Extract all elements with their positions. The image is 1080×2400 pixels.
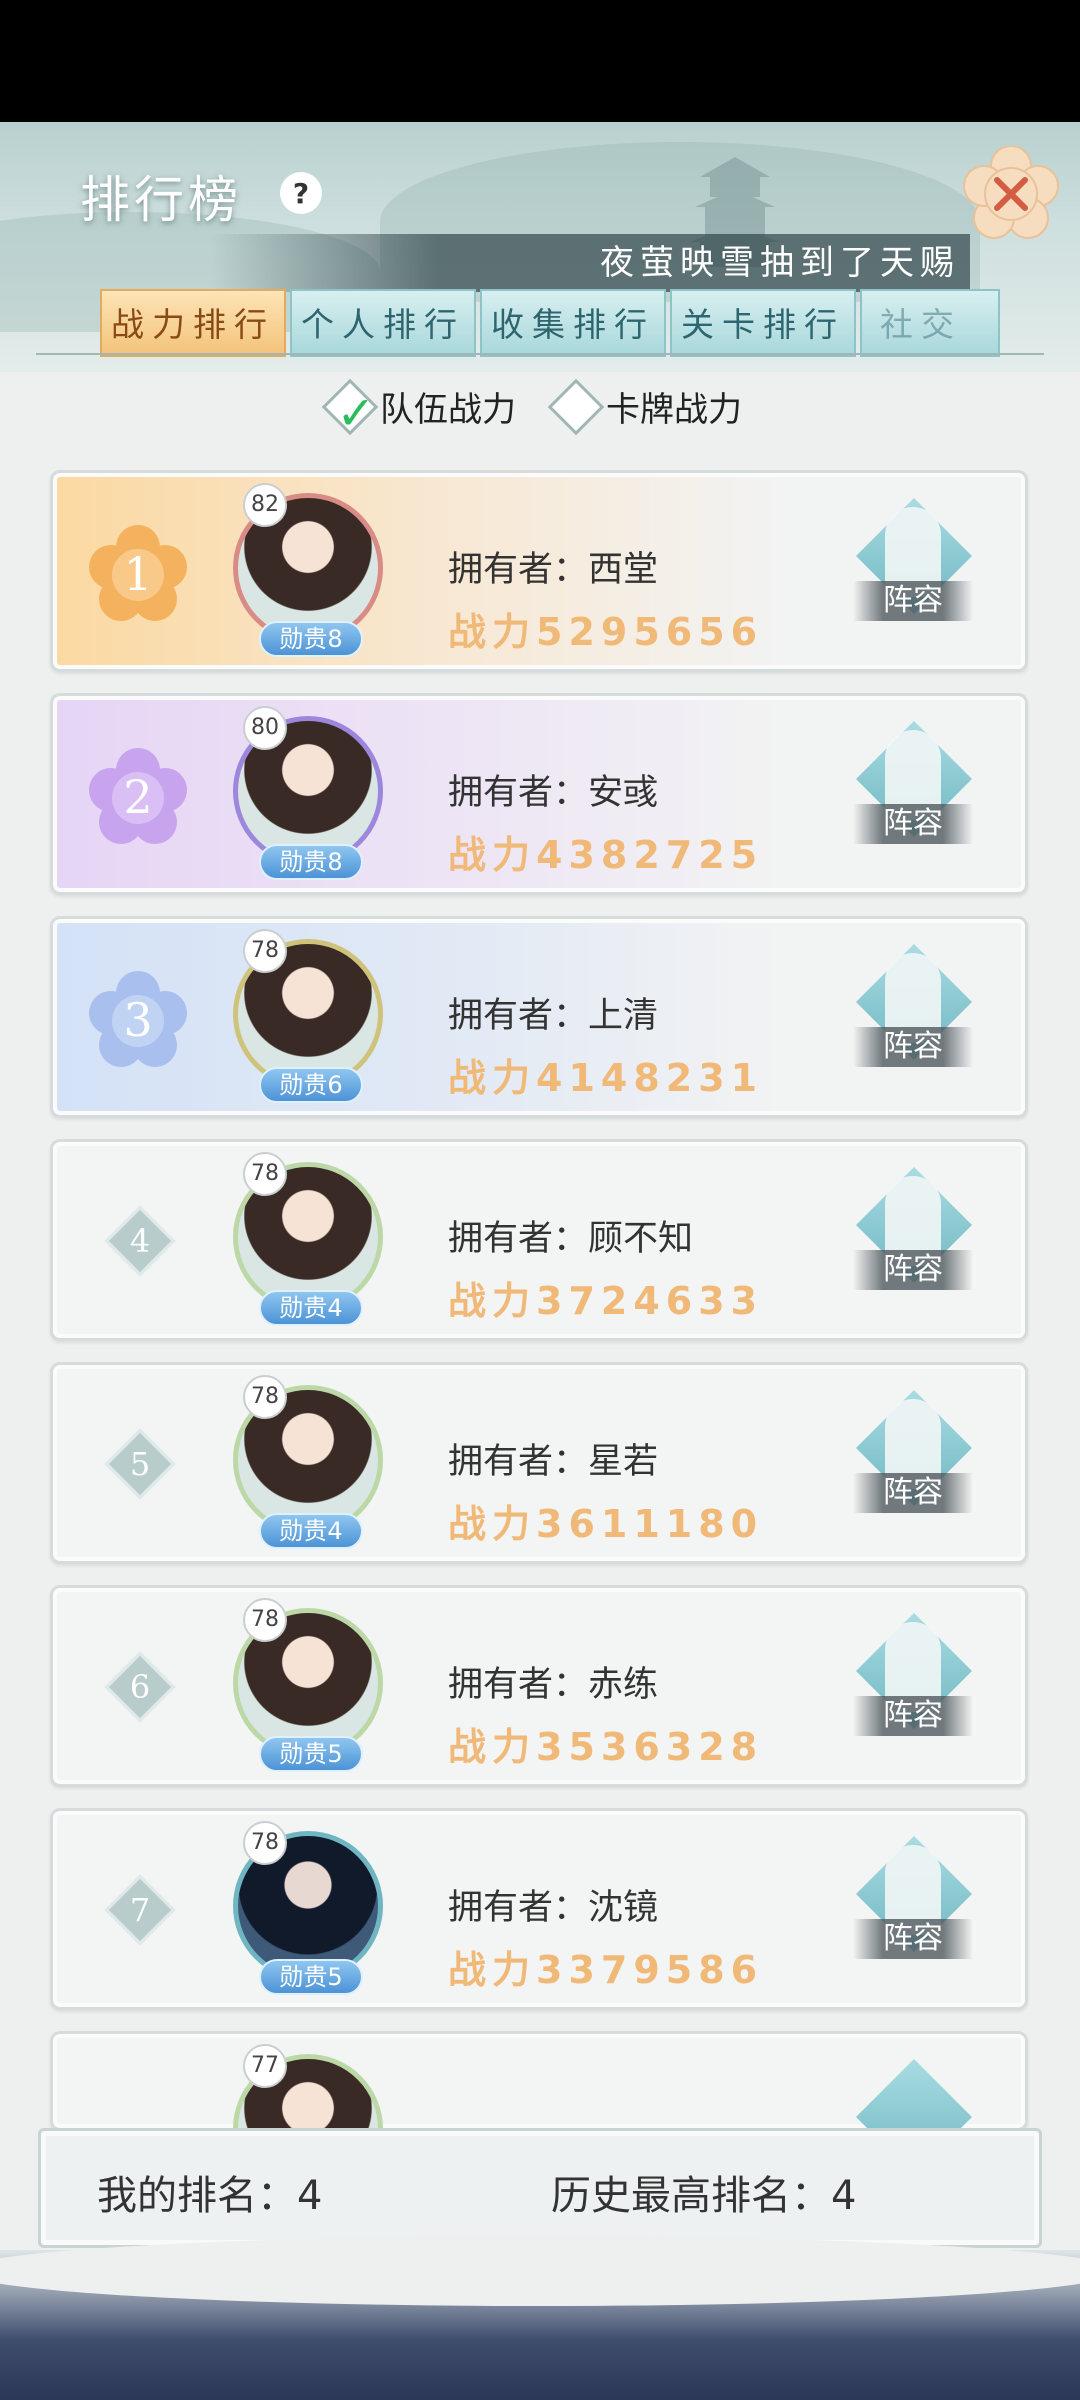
lineup-label: 阵容 xyxy=(853,1027,973,1067)
rank-number: 3 xyxy=(123,993,153,1047)
filter-label: 卡牌战力 xyxy=(606,390,742,430)
noble-badge: 勋贵5 xyxy=(259,1736,363,1772)
lineup-label: 阵容 xyxy=(853,1696,973,1736)
level-badge: 82 xyxy=(243,483,287,527)
power-value: 战力4148231 xyxy=(448,1056,764,1100)
level-badge: 80 xyxy=(243,706,287,750)
lineup-button[interactable]: 阵容 xyxy=(853,944,973,1083)
page-title: 排行榜 xyxy=(80,171,242,229)
owner-name: 拥有者：赤练 xyxy=(448,1665,659,1705)
leaderboard-header: 排行榜 ? 夜萤映雪抽到了天赐 战力排行 个人排行 收集排行 关卡排行 社交 xyxy=(0,122,1080,372)
lineup-button[interactable]: 阵容 xyxy=(853,1836,973,1975)
power-value: 战力5295656 xyxy=(448,610,764,654)
ranking-row[interactable]: 2 80 勋贵8 拥有者：安彧 战力4382725 阵容 xyxy=(50,693,1028,895)
level-badge: 78 xyxy=(243,1821,287,1865)
player-avatar[interactable]: 78 勋贵5 xyxy=(233,1598,393,1782)
ranking-row[interactable]: 5 78 勋贵4 拥有者：星若 战力3611180 阵容 xyxy=(50,1362,1028,1564)
rank-flower-badge: 1 xyxy=(83,519,193,629)
power-value: 战力3379586 xyxy=(448,1948,764,1992)
rank-flower-badge: 2 xyxy=(83,742,193,852)
level-badge: 78 xyxy=(243,1598,287,1642)
lineup-label: 阵容 xyxy=(853,1473,973,1513)
noble-badge: 勋贵8 xyxy=(259,621,363,657)
rank-number: 4 xyxy=(129,1222,151,1260)
rank-number: 1 xyxy=(123,547,153,601)
rank-number: 7 xyxy=(129,1891,151,1929)
help-icon[interactable]: ? xyxy=(280,172,322,214)
status-bar xyxy=(0,0,1080,122)
lineup-label: 阵容 xyxy=(853,1250,973,1290)
best-rank: 历史最高排名：4 xyxy=(551,2173,857,2219)
lineup-label: 阵容 xyxy=(853,581,973,621)
level-badge: 78 xyxy=(243,1375,287,1419)
player-avatar[interactable]: 78 勋贵4 xyxy=(233,1152,393,1336)
filter-label: 队伍战力 xyxy=(380,390,516,430)
ranking-row[interactable]: 6 78 勋贵5 拥有者：赤练 战力3536328 阵容 xyxy=(50,1585,1028,1787)
noble-badge: 勋贵4 xyxy=(259,1290,363,1326)
owner-name: 拥有者：顾不知 xyxy=(448,1219,694,1259)
checkbox[interactable]: ✓ xyxy=(321,378,379,439)
rank-number: 6 xyxy=(129,1668,151,1706)
lineup-label: 阵容 xyxy=(853,804,973,844)
owner-name: 拥有者：沈镜 xyxy=(448,1888,659,1928)
filter-team-power[interactable]: ✓ 队伍战力 xyxy=(321,378,516,439)
lineup-label: 阵容 xyxy=(853,1919,973,1959)
noble-badge: 勋贵5 xyxy=(259,1959,363,1995)
close-button[interactable] xyxy=(963,146,1059,242)
tab-personal-ranking[interactable]: 个人排行 xyxy=(290,289,476,357)
ranking-row[interactable]: 1 82 勋贵8 拥有者：西堂 战力5295656 阵容 xyxy=(50,470,1028,672)
rank-tabs: 战力排行 个人排行 收集排行 关卡排行 社交 xyxy=(100,289,1000,357)
level-badge: 78 xyxy=(243,1152,287,1196)
tab-collection-ranking[interactable]: 收集排行 xyxy=(480,289,666,357)
owner-name: 拥有者：安彧 xyxy=(448,773,659,813)
power-type-filters: ✓ 队伍战力 卡牌战力 xyxy=(321,378,742,439)
owner-name: 拥有者：上清 xyxy=(448,996,659,1036)
power-value: 战力3536328 xyxy=(448,1725,764,1769)
player-avatar[interactable]: 78 勋贵5 xyxy=(233,1821,393,2005)
rank-flower-badge: 3 xyxy=(83,965,193,1075)
header-divider xyxy=(36,353,1044,355)
player-avatar[interactable]: 82 勋贵8 xyxy=(233,483,393,667)
lineup-button[interactable]: 阵容 xyxy=(853,721,973,860)
footer-cloud-decoration xyxy=(0,2236,1080,2306)
tab-power-ranking[interactable]: 战力排行 xyxy=(100,289,286,357)
filter-card-power[interactable]: 卡牌战力 xyxy=(547,378,742,435)
level-badge: 78 xyxy=(243,929,287,973)
lineup-button[interactable]: 阵容 xyxy=(853,1167,973,1306)
rank-number: 2 xyxy=(123,770,153,824)
noble-badge: 勋贵4 xyxy=(259,1513,363,1549)
player-avatar[interactable]: 78 勋贵6 xyxy=(233,929,393,1113)
noble-badge: 勋贵8 xyxy=(259,844,363,880)
player-avatar[interactable]: 80 勋贵8 xyxy=(233,706,393,890)
player-avatar[interactable]: 77 xyxy=(233,2044,393,2128)
close-icon xyxy=(963,146,1059,239)
player-avatar[interactable]: 78 勋贵4 xyxy=(233,1375,393,1559)
lineup-button[interactable]: 阵容 xyxy=(853,498,973,637)
broadcast-marquee: 夜萤映雪抽到了天赐 xyxy=(210,234,970,292)
tab-stage-ranking[interactable]: 关卡排行 xyxy=(670,289,856,357)
level-badge: 77 xyxy=(243,2044,287,2088)
my-rank-bar: 我的排名：4 历史最高排名：4 xyxy=(38,2128,1042,2248)
lineup-icon xyxy=(856,2059,972,2128)
owner-name: 拥有者：星若 xyxy=(448,1442,659,1482)
power-value: 战力3611180 xyxy=(448,1502,764,1546)
power-value: 战力4382725 xyxy=(448,833,764,877)
ranking-row[interactable]: 4 78 勋贵4 拥有者：顾不知 战力3724633 阵容 xyxy=(50,1139,1028,1341)
lineup-button[interactable]: 阵容 xyxy=(853,1613,973,1752)
rank-number: 5 xyxy=(129,1445,151,1483)
checkbox[interactable] xyxy=(547,378,605,435)
noble-badge: 勋贵6 xyxy=(259,1067,363,1103)
tab-social-ranking[interactable]: 社交 xyxy=(860,289,1000,357)
owner-name: 拥有者：西堂 xyxy=(448,550,659,590)
ranking-row[interactable]: 3 78 勋贵6 拥有者：上清 战力4148231 阵容 xyxy=(50,916,1028,1118)
power-value: 战力3724633 xyxy=(448,1279,764,1323)
ranking-row[interactable]: 7 78 勋贵5 拥有者：沈镜 战力3379586 阵容 xyxy=(50,1808,1028,2010)
ranking-row[interactable]: 77 xyxy=(50,2031,1028,2131)
my-rank: 我的排名：4 xyxy=(97,2173,323,2219)
check-icon: ✓ xyxy=(336,385,376,440)
lineup-button[interactable]: 阵容 xyxy=(853,1390,973,1529)
lineup-button[interactable] xyxy=(853,2059,973,2128)
